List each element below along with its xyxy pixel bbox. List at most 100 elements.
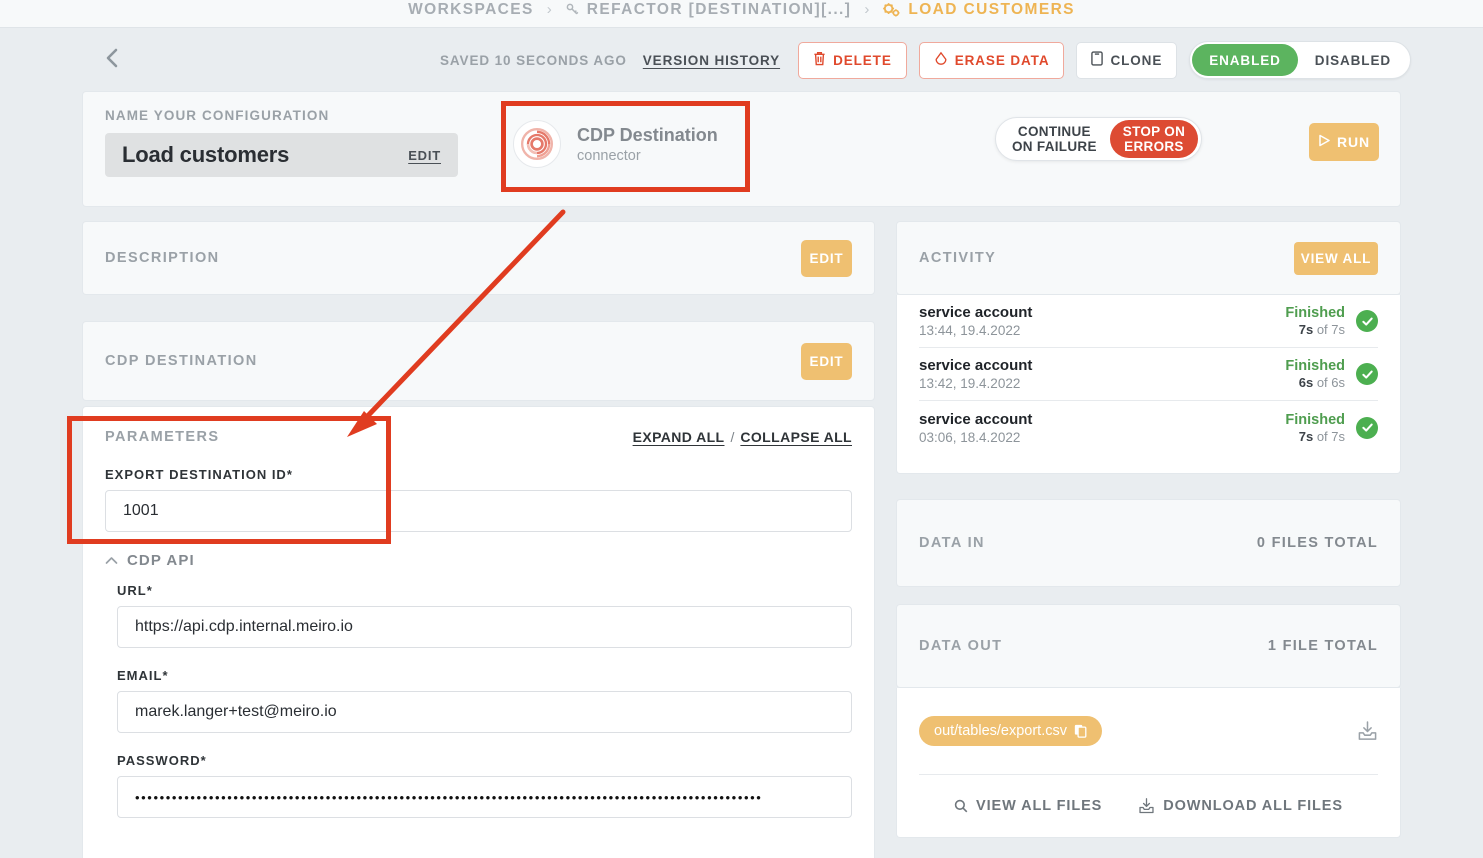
activity-timestamp: 03:06, 18.4.2022 [919, 430, 1032, 445]
saved-status: SAVED 10 SECONDS AGO [440, 53, 627, 68]
cdp-connector-logo [513, 120, 561, 168]
toggle-option-disabled[interactable]: DISABLED [1298, 44, 1408, 76]
breadcrumb-item-refactor[interactable]: REFACTOR [DESTINATION][...] [565, 1, 852, 19]
activity-list: service account 13:44, 19.4.2022 Finishe… [896, 295, 1401, 474]
activity-duration: 6s of 6s [1285, 375, 1345, 390]
toggle-option-enabled[interactable]: ENABLED [1192, 44, 1298, 76]
breadcrumb-label: LOAD CUSTOMERS [908, 1, 1075, 19]
download-all-files-label: DOWNLOAD ALL FILES [1163, 798, 1343, 814]
description-title: DESCRIPTION [105, 250, 220, 266]
file-chip-export-csv[interactable]: out/tables/export.csv [919, 716, 1102, 746]
continue-line-2: ON FAILURE [1012, 139, 1097, 154]
continue-line-1: CONTINUE [1018, 124, 1091, 139]
activity-status: Finished [1285, 305, 1345, 321]
description-panel: DESCRIPTION EDIT [82, 221, 875, 295]
expand-collapse-links: EXPAND ALL / COLLAPSE ALL [633, 429, 852, 445]
stop-line-2: ERRORS [1124, 139, 1184, 154]
version-history-link[interactable]: VERSION HISTORY [643, 53, 780, 68]
data-out-panel-header: DATA OUT 1 FILE TOTAL [896, 604, 1401, 688]
file-chip-label: out/tables/export.csv [934, 723, 1067, 739]
connector-info: CDP Destination connector [513, 120, 718, 168]
email-input[interactable]: marek.langer+test@meiro.io [117, 691, 852, 733]
activity-row[interactable]: service account 03:06, 18.4.2022 Finishe… [919, 401, 1378, 454]
activity-user: service account [919, 304, 1032, 321]
configuration-name-box[interactable]: Load customers EDIT [105, 133, 458, 177]
enabled-disabled-toggle[interactable]: ENABLED DISABLED [1189, 41, 1411, 79]
collapse-all-link[interactable]: COLLAPSE ALL [740, 429, 852, 445]
erase-data-button[interactable]: ERASE DATA [919, 42, 1065, 79]
activity-panel-header: ACTIVITY VIEW ALL [896, 221, 1401, 295]
cdp-api-group-header[interactable]: CDP API [83, 552, 874, 569]
password-input[interactable]: ••••••••••••••••••••••••••••••••••••••••… [117, 776, 852, 818]
check-circle-icon [1356, 417, 1378, 439]
run-button[interactable]: RUN [1309, 123, 1379, 161]
play-icon [1318, 134, 1330, 150]
activity-duration-total: of 7s [1317, 429, 1345, 444]
connector-title: CDP Destination [577, 125, 718, 146]
erase-data-label: ERASE DATA [955, 53, 1050, 68]
delete-button[interactable]: DELETE [798, 42, 907, 79]
file-row: out/tables/export.csv [919, 688, 1378, 774]
clone-button[interactable]: CLONE [1076, 42, 1177, 79]
clone-label: CLONE [1110, 53, 1162, 68]
activity-user: service account [919, 411, 1032, 428]
activity-title: ACTIVITY [919, 250, 996, 266]
parameters-panel: PARAMETERS EXPAND ALL / COLLAPSE ALL EXP… [82, 406, 875, 858]
activity-row[interactable]: service account 13:42, 19.4.2022 Finishe… [919, 348, 1378, 401]
breadcrumb-item-workspaces[interactable]: WORKSPACES [408, 1, 534, 19]
breadcrumb: WORKSPACES › REFACTOR [DESTINATION][...]… [0, 0, 1483, 28]
download-file-icon[interactable] [1357, 721, 1378, 741]
cdp-destination-edit-button[interactable]: EDIT [801, 343, 852, 380]
configuration-card: NAME YOUR CONFIGURATION Load customers E… [82, 91, 1401, 207]
data-out-title: DATA OUT [919, 638, 1002, 654]
delete-label: DELETE [833, 53, 892, 68]
url-label: URL* [117, 583, 852, 598]
cdp-connector-logo-icon [519, 126, 555, 162]
stop-line-1: STOP ON [1123, 124, 1185, 139]
data-in-count: 0 FILES TOTAL [1257, 535, 1378, 551]
breadcrumb-label: REFACTOR [DESTINATION][...] [587, 1, 852, 19]
clone-icon [1091, 51, 1103, 69]
expand-all-link[interactable]: EXPAND ALL [633, 429, 725, 445]
trash-icon [813, 51, 826, 69]
name-your-configuration-label: NAME YOUR CONFIGURATION [105, 108, 329, 123]
erase-icon [934, 51, 948, 69]
toggle-option-continue-on-failure[interactable]: CONTINUE ON FAILURE [999, 120, 1110, 158]
links-separator: / [730, 429, 734, 445]
activity-row[interactable]: service account 13:44, 19.4.2022 Finishe… [919, 295, 1378, 348]
breadcrumb-separator: › [547, 1, 552, 18]
back-button[interactable] [98, 44, 126, 72]
data-out-count: 1 FILE TOTAL [1268, 638, 1378, 654]
toggle-option-stop-on-errors[interactable]: STOP ON ERRORS [1110, 120, 1198, 158]
cdp-api-group-title: CDP API [127, 552, 195, 569]
activity-duration: 7s of 7s [1285, 322, 1345, 337]
data-out-body: out/tables/export.csv [896, 688, 1401, 838]
description-edit-button[interactable]: EDIT [801, 240, 852, 277]
breadcrumb-separator: › [864, 1, 869, 18]
search-icon [954, 799, 968, 813]
toolbar-actions: SAVED 10 SECONDS AGO VERSION HISTORY DEL… [440, 41, 1411, 79]
chevron-up-icon [105, 556, 118, 565]
edit-name-link[interactable]: EDIT [408, 148, 441, 163]
copy-icon[interactable] [1074, 724, 1087, 738]
export-destination-id-input[interactable]: 1001 [105, 490, 852, 532]
file-actions: VIEW ALL FILES DOWNLOAD ALL FILES [919, 774, 1378, 836]
activity-duration-total: of 6s [1317, 375, 1345, 390]
activity-status: Finished [1285, 358, 1345, 374]
check-circle-icon [1356, 363, 1378, 385]
activity-timestamp: 13:44, 19.4.2022 [919, 323, 1032, 338]
view-all-files-label: VIEW ALL FILES [976, 798, 1102, 814]
breadcrumb-item-load-customers[interactable]: LOAD CUSTOMERS [882, 1, 1075, 19]
activity-duration-value: 6s [1299, 375, 1313, 390]
cdp-destination-panel: CDP DESTINATION EDIT [82, 321, 875, 401]
activity-view-all-button[interactable]: VIEW ALL [1294, 242, 1378, 275]
check-circle-icon [1356, 310, 1378, 332]
failure-behaviour-toggle[interactable]: CONTINUE ON FAILURE STOP ON ERRORS [995, 117, 1202, 161]
download-all-files-button[interactable]: DOWNLOAD ALL FILES [1138, 798, 1343, 814]
activity-duration-value: 7s [1299, 429, 1313, 444]
breadcrumb-label: WORKSPACES [408, 1, 534, 19]
gears-icon [882, 2, 901, 18]
url-input[interactable]: https://api.cdp.internal.meiro.io [117, 606, 852, 648]
view-all-files-button[interactable]: VIEW ALL FILES [954, 798, 1102, 814]
cdp-destination-title: CDP DESTINATION [105, 353, 258, 369]
